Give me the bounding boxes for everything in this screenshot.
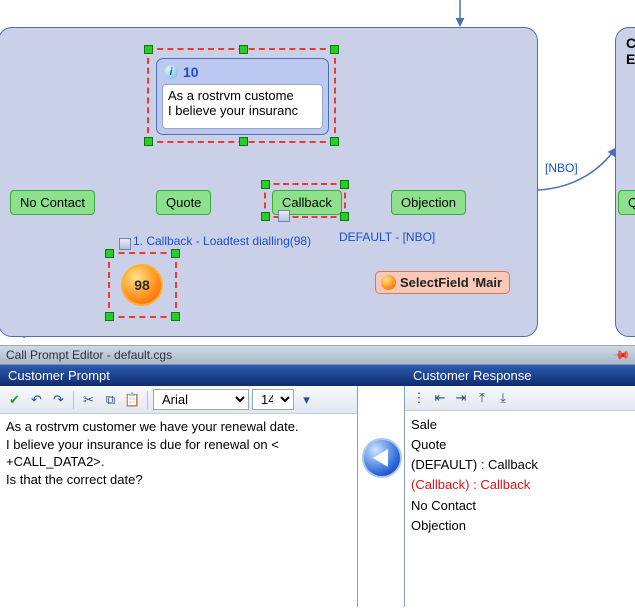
response-item[interactable]: Sale xyxy=(411,415,629,435)
outcome-no-contact[interactable]: No Contact xyxy=(10,190,95,215)
diagram-canvas[interactable]: Call E i 10 As a rostrvm custome I belie… xyxy=(0,0,635,345)
prompt-line1: As a rostrvm custome xyxy=(168,88,317,103)
move-down-button[interactable]: ⤓ xyxy=(494,389,512,407)
label-callback-load: 1. Callback - Loadtest dialling(98) xyxy=(133,234,311,248)
prompt-node-10[interactable]: i 10 As a rostrvm custome I believe your… xyxy=(156,58,329,135)
label-default-nbo: DEFAULT - [NBO] xyxy=(339,230,435,244)
response-item-callback[interactable]: (Callback) : Callback xyxy=(411,475,629,495)
anchor-callback-load[interactable] xyxy=(119,238,131,250)
response-list[interactable]: Sale Quote (DEFAULT) : Callback (Callbac… xyxy=(405,411,635,607)
redo-button[interactable]: ↷ xyxy=(49,390,68,409)
editor-line: Is that the correct date? xyxy=(6,471,351,489)
customer-response-pane: ⋮ ⇤ ⇥ ⤒ ⤓ Sale Quote (DEFAULT) : Callbac… xyxy=(405,386,635,607)
outcome-quote-right[interactable]: Qu xyxy=(618,190,635,215)
panel-titlebar[interactable]: Call Prompt Editor - default.cgs 📌 xyxy=(0,345,635,365)
more-format-button[interactable]: ▾ xyxy=(297,390,316,409)
editor-line: I believe your insurance is due for rene… xyxy=(6,436,351,454)
paste-button[interactable]: 📋 xyxy=(123,390,142,409)
prompt-id: 10 xyxy=(183,64,199,80)
move-up-button[interactable]: ⤒ xyxy=(473,389,491,407)
cut-button[interactable]: ✂ xyxy=(79,390,98,409)
editor-line: As a rostrvm customer we have your renew… xyxy=(6,418,351,436)
indent-button[interactable]: ⇥ xyxy=(452,389,470,407)
panel-title: Call Prompt Editor - default.cgs xyxy=(6,348,172,362)
circle-label: 98 xyxy=(134,277,150,293)
col-customer-prompt: Customer Prompt xyxy=(0,365,405,386)
nav-back-button[interactable] xyxy=(362,438,402,478)
prompt-body: As a rostrvm custome I believe your insu… xyxy=(162,84,323,129)
nav-gap xyxy=(358,386,405,607)
font-select[interactable]: Arial xyxy=(153,389,249,410)
region-right[interactable] xyxy=(615,27,635,337)
copy-button[interactable]: ⧉ xyxy=(101,390,120,409)
accept-button[interactable]: ✔ xyxy=(5,390,24,409)
outdent-button[interactable]: ⇤ xyxy=(431,389,449,407)
gear-icon xyxy=(381,275,396,290)
action-selectfield[interactable]: SelectField 'Mair xyxy=(375,271,510,294)
undo-button[interactable]: ↶ xyxy=(27,390,46,409)
pin-icon[interactable]: 📌 xyxy=(611,345,631,365)
prompt-toolbar: ✔ ↶ ↷ ✂ ⧉ 📋 Arial 14 ▾ xyxy=(0,386,357,414)
grip-icon[interactable]: ⋮ xyxy=(410,389,428,407)
size-select[interactable]: 14 xyxy=(252,389,294,410)
region-right-title: Call E xyxy=(626,35,635,67)
selection-callback[interactable] xyxy=(264,183,346,218)
response-toolbar: ⋮ ⇤ ⇥ ⤒ ⤓ xyxy=(405,386,635,411)
customer-prompt-pane: ✔ ↶ ↷ ✂ ⧉ 📋 Arial 14 ▾ As a rostrvm cust… xyxy=(0,386,358,607)
col-customer-response: Customer Response xyxy=(405,365,635,386)
column-header: Customer Prompt Customer Response xyxy=(0,365,635,386)
response-item[interactable]: No Contact xyxy=(411,496,629,516)
response-item[interactable]: (DEFAULT) : Callback xyxy=(411,455,629,475)
prompt-node-head: i 10 xyxy=(162,64,323,84)
info-icon: i xyxy=(164,65,178,79)
response-item[interactable]: Objection xyxy=(411,516,629,536)
prompt-line2: I believe your insuranc xyxy=(168,103,317,118)
outcome-objection[interactable]: Objection xyxy=(391,190,466,215)
action-label: SelectField 'Mair xyxy=(400,275,502,290)
outcome-quote[interactable]: Quote xyxy=(156,190,211,215)
prompt-editor[interactable]: As a rostrvm customer we have your renew… xyxy=(0,414,357,607)
arrow-left-icon xyxy=(373,449,388,467)
response-item[interactable]: Quote xyxy=(411,435,629,455)
label-nbo: [NBO] xyxy=(545,161,578,175)
editor-line: +CALL_DATA2>. xyxy=(6,453,351,471)
anchor-callback[interactable] xyxy=(278,210,290,222)
result-circle-98[interactable]: 98 xyxy=(121,264,163,306)
